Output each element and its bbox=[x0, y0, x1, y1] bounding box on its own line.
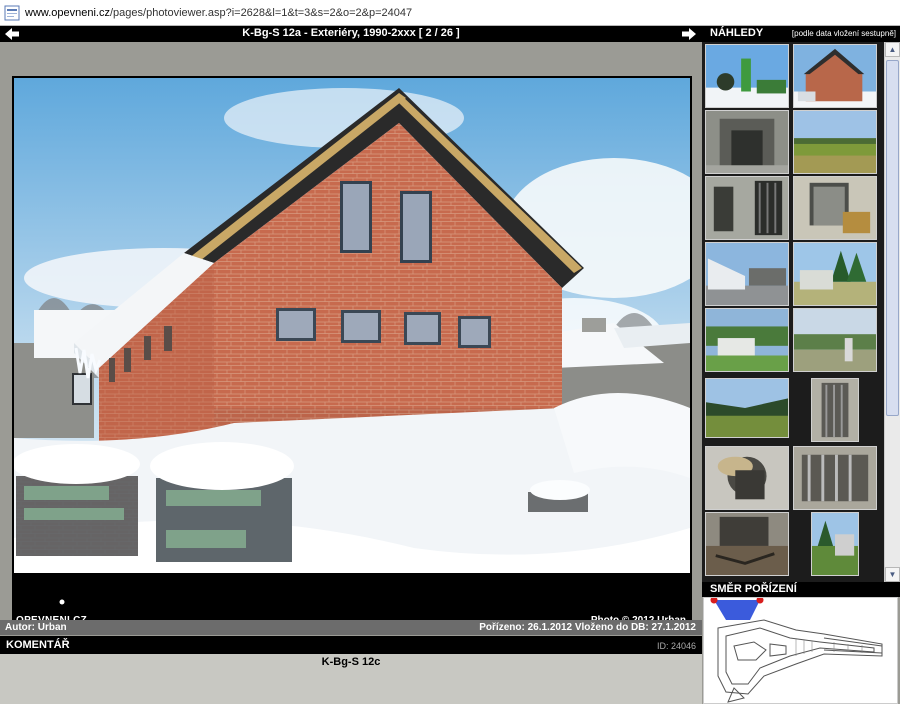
thumbnail[interactable] bbox=[793, 176, 877, 240]
scrollbar-thumb[interactable] bbox=[886, 60, 899, 416]
photo-dates: Pořízeno: 26.1.2012 Vloženo do DB: 27.1.… bbox=[479, 622, 696, 633]
thumbnail[interactable] bbox=[705, 512, 789, 576]
thumbnail[interactable] bbox=[705, 176, 789, 240]
thumbnail[interactable] bbox=[793, 242, 877, 306]
main-photo[interactable] bbox=[14, 78, 690, 573]
photo-viewer: OPEVNENI.CZ Photo © 2012 Urban bbox=[0, 42, 702, 628]
viewer-title-bar: K-Bg-S 12a - Exteriéry, 1990-2xxx [ 2 / … bbox=[0, 26, 702, 42]
photo-title: K-Bg-S 12a - Exteriéry, 1990-2xxx [ 2 / … bbox=[242, 27, 460, 39]
thumbnail[interactable] bbox=[793, 44, 877, 108]
photo-author: Autor: Urban bbox=[5, 622, 67, 633]
scroll-up-arrow-icon[interactable]: ▲ bbox=[885, 42, 900, 57]
thumbnail[interactable] bbox=[811, 512, 859, 576]
thumbnails-sort-order[interactable]: [podle data vložení sestupně] bbox=[792, 29, 896, 38]
comment-text: K-Bg-S 12c bbox=[321, 656, 381, 668]
camera-direction-cone bbox=[714, 600, 760, 620]
page-icon bbox=[4, 5, 20, 20]
scroll-down-arrow-icon[interactable]: ▼ bbox=[885, 567, 900, 582]
comment-label: KOMENTÁŘ bbox=[6, 639, 70, 651]
thumbnail[interactable] bbox=[705, 308, 789, 372]
photo-frame: OPEVNENI.CZ Photo © 2012 Urban bbox=[12, 76, 692, 628]
direction-header: SMĚR POŘÍZENÍ bbox=[702, 582, 900, 597]
thumbnails-label: NÁHLEDY bbox=[710, 27, 764, 39]
thumbnail-list bbox=[702, 42, 884, 582]
thumbnails-header: NÁHLEDY [podle data vložení sestupně] bbox=[702, 26, 900, 42]
direction-label: SMĚR POŘÍZENÍ bbox=[710, 583, 797, 595]
photo-id: ID: 24046 bbox=[656, 641, 696, 651]
thumbnail[interactable] bbox=[705, 446, 789, 510]
comment-header: KOMENTÁŘ ID: 24046 bbox=[0, 636, 702, 654]
thumbnail[interactable] bbox=[705, 110, 789, 174]
url-path: /pages/photoviewer.asp?i=2628&l=1&t=3&s=… bbox=[110, 6, 413, 19]
url-text[interactable]: www.opevneni.cz/pages/photoviewer.asp?i=… bbox=[25, 7, 412, 19]
url-host: www.opevneni.cz bbox=[25, 6, 110, 19]
thumbnail-scrollbar[interactable]: ▲ ▼ bbox=[884, 42, 900, 582]
next-photo-arrow-icon[interactable] bbox=[681, 27, 697, 41]
thumbnail[interactable] bbox=[793, 308, 877, 372]
thumbnail[interactable] bbox=[793, 446, 877, 510]
thumbnail[interactable] bbox=[705, 242, 789, 306]
thumbnail[interactable] bbox=[705, 378, 789, 438]
bunker-floor-plan bbox=[710, 598, 883, 703]
direction-map bbox=[703, 597, 898, 704]
opevneni-logo-icon bbox=[28, 592, 72, 612]
address-bar[interactable]: www.opevneni.cz/pages/photoviewer.asp?i=… bbox=[0, 0, 900, 26]
thumbnail[interactable] bbox=[793, 110, 877, 174]
thumbnail[interactable] bbox=[811, 378, 859, 442]
photo-info-bar: Autor: Urban Pořízeno: 26.1.2012 Vloženo… bbox=[0, 620, 702, 635]
thumbnail[interactable] bbox=[705, 44, 789, 108]
comment-body: K-Bg-S 12c bbox=[0, 654, 702, 704]
